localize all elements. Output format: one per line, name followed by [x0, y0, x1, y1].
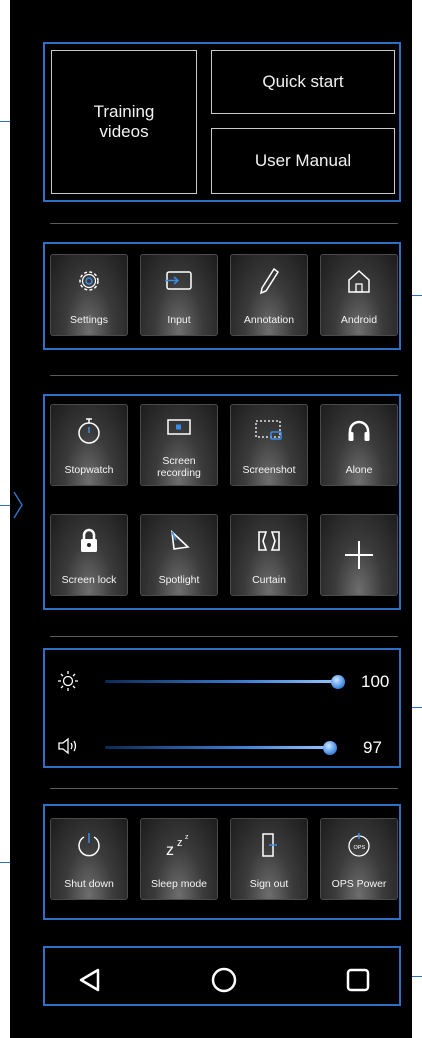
screenshot-tile[interactable]: Screenshot	[230, 404, 308, 486]
sleep-mode-label: Sleep mode	[150, 878, 208, 890]
input-icon	[165, 271, 192, 290]
control-panel: Training videos Quick start User Manual …	[10, 0, 412, 1038]
divider	[50, 223, 398, 224]
brightness-slider[interactable]	[105, 672, 345, 692]
shut-down-tile[interactable]: Shut down	[50, 818, 128, 900]
android-label: Android	[340, 314, 378, 326]
divider	[50, 636, 398, 637]
brightness-icon	[58, 671, 78, 691]
svg-text:z: z	[177, 837, 183, 849]
recents-button[interactable]	[338, 960, 378, 1000]
help-group: Training videos Quick start User Manual	[43, 42, 401, 202]
svg-text:z: z	[185, 834, 189, 841]
shut-down-label: Shut down	[64, 878, 114, 890]
svg-text:OPS: OPS	[354, 845, 366, 851]
svg-text:z: z	[166, 842, 174, 859]
spotlight-icon	[170, 529, 190, 550]
ops-power-label: OPS Power	[331, 878, 387, 890]
sliders-group: 100 97	[43, 648, 401, 768]
android-tile[interactable]: Android	[320, 254, 398, 336]
lock-icon	[81, 528, 97, 552]
alone-tile[interactable]: Alone	[320, 404, 398, 486]
back-icon	[79, 968, 100, 992]
stopwatch-icon	[78, 418, 100, 444]
sleep-icon: z z z	[166, 834, 189, 859]
annotation-label: Annotation	[243, 314, 295, 326]
spotlight-tile[interactable]: Spotlight	[140, 514, 218, 596]
curtain-tile[interactable]: Curtain	[230, 514, 308, 596]
screenshot-icon	[255, 420, 282, 440]
quick-start-button[interactable]: Quick start	[211, 50, 395, 114]
gear-icon	[79, 271, 99, 291]
headphones-icon	[348, 420, 370, 441]
curtain-label: Curtain	[252, 574, 286, 586]
home-icon	[348, 269, 370, 293]
screen-recording-tile[interactable]: Screen recording	[140, 404, 218, 486]
user-manual-button[interactable]: User Manual	[211, 128, 395, 194]
stopwatch-label: Stopwatch	[64, 464, 114, 476]
curtain-icon	[258, 531, 280, 551]
chevron-right-icon[interactable]	[12, 490, 24, 520]
sleep-mode-tile[interactable]: z z z Sleep mode	[140, 818, 218, 900]
tools-group: Stopwatch Screen recording Screenshot Al…	[43, 394, 401, 610]
brightness-slider-thumb[interactable]	[331, 675, 345, 689]
alone-label: Alone	[345, 464, 373, 476]
screen-lock-label: Screen lock	[61, 574, 117, 586]
screen-recording-icon	[167, 419, 191, 435]
pencil-icon	[259, 267, 280, 295]
input-label: Input	[167, 314, 191, 326]
stopwatch-tile[interactable]: Stopwatch	[50, 404, 128, 486]
volume-icon	[58, 737, 77, 755]
volume-slider-thumb[interactable]	[323, 741, 337, 755]
settings-label: Settings	[70, 314, 108, 326]
plus-icon	[345, 541, 373, 569]
input-tile[interactable]: Input	[140, 254, 218, 336]
screen-recording-label: Screen recording	[157, 455, 201, 479]
divider	[50, 788, 398, 789]
sign-out-label: Sign out	[249, 878, 289, 890]
power-group: Shut down z z z Sleep mode Sign out OPS …	[43, 804, 401, 920]
ops-power-tile[interactable]: OPS OPS Power	[320, 818, 398, 900]
brightness-value: 100	[361, 672, 390, 691]
sign-out-icon	[262, 833, 277, 857]
training-videos-button[interactable]: Training videos	[51, 50, 197, 194]
spotlight-label: Spotlight	[158, 574, 200, 586]
annotation-tile[interactable]: Annotation	[230, 254, 308, 336]
screenshot-label: Screenshot	[242, 464, 296, 476]
sign-out-tile[interactable]: Sign out	[230, 818, 308, 900]
volume-slider[interactable]	[105, 738, 345, 758]
main-functions-group: Settings Input Annotation Android	[43, 242, 401, 350]
home-button[interactable]	[204, 960, 244, 1000]
back-button[interactable]	[70, 960, 110, 1000]
recents-icon	[346, 968, 370, 992]
volume-value: 97	[363, 738, 382, 757]
divider	[50, 375, 398, 376]
power-icon	[78, 833, 100, 857]
settings-tile[interactable]: Settings	[50, 254, 128, 336]
ops-power-icon: OPS	[348, 833, 370, 857]
screen-lock-tile[interactable]: Screen lock	[50, 514, 128, 596]
add-tool-tile[interactable]	[320, 514, 398, 596]
home-circle-icon	[211, 967, 237, 993]
